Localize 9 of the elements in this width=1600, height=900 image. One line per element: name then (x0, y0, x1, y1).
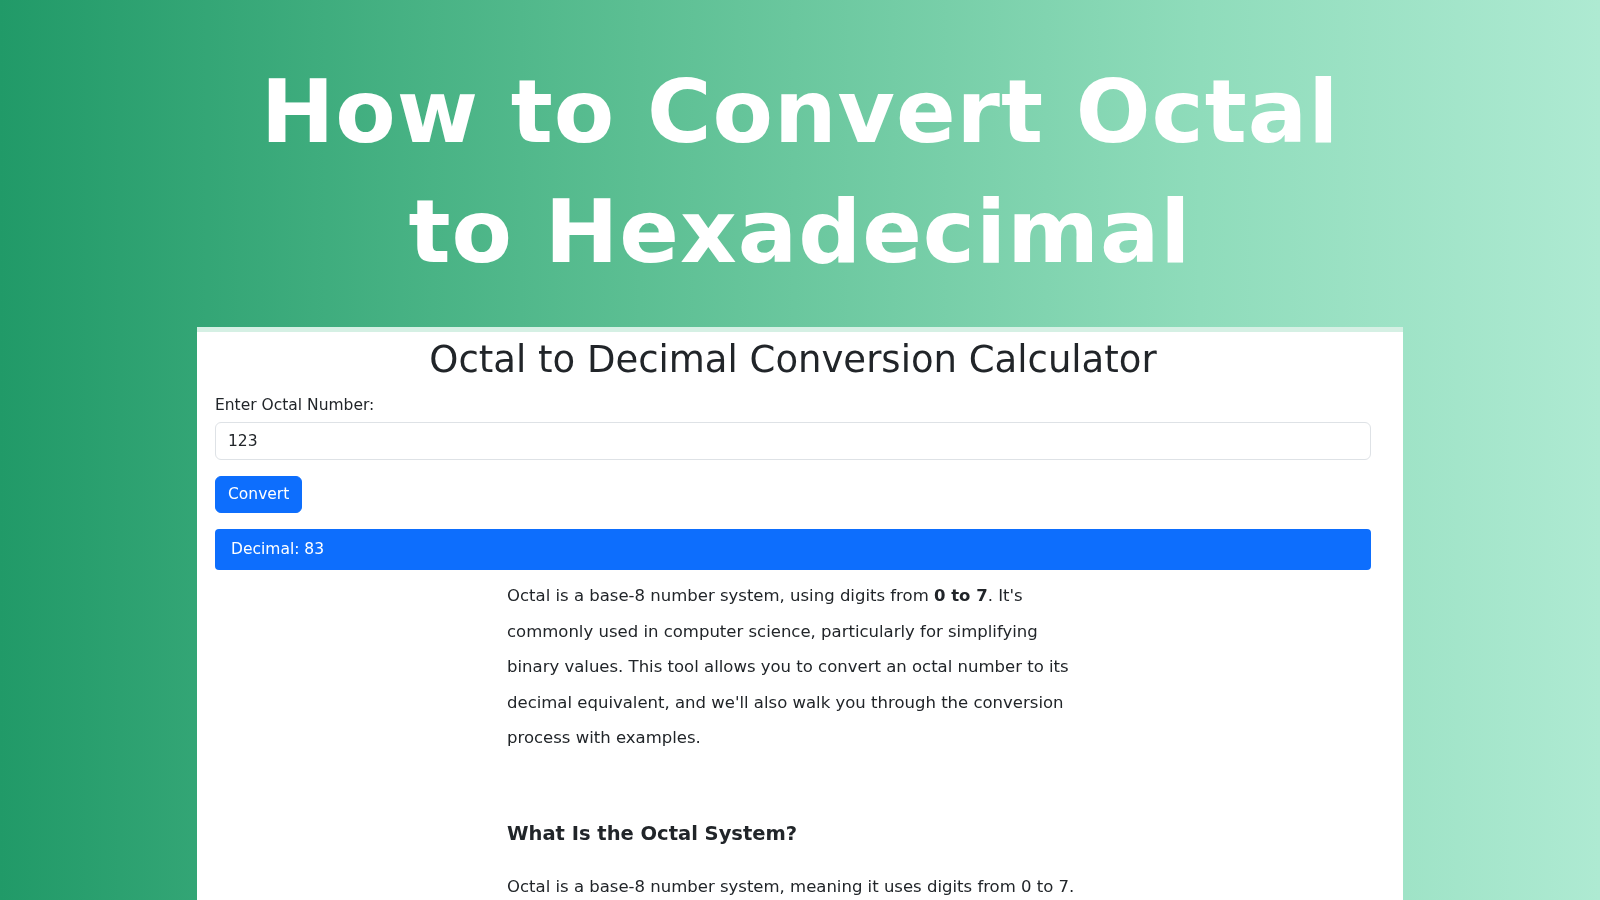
calculator-title: Octal to Decimal Conversion Calculator (428, 338, 1158, 383)
paragraph: Octal is a base-8 number system, meaning it uses digits from 0 to 7. (507, 876, 1076, 899)
input-label: Enter Octal Number: (215, 395, 376, 417)
section-heading: What Is the Octal System? (507, 821, 799, 846)
banner-title: How to Convert Octal to Hexadecimal (259, 59, 1341, 285)
convert-button[interactable]: Convert (215, 475, 303, 513)
paragraph: Octal is a base-8 number system, using digits from 0 to 7. It's commonly used in computer science, particularly for simplifying binary values. This tool allows you to convert an octal number to its decimal equivalent, and we'll also walk you through the conversion process with examples. (507, 585, 1070, 750)
result-bar: Decimal: 83 (215, 528, 1371, 571)
octal-input-field[interactable]: 123 (215, 421, 1371, 460)
